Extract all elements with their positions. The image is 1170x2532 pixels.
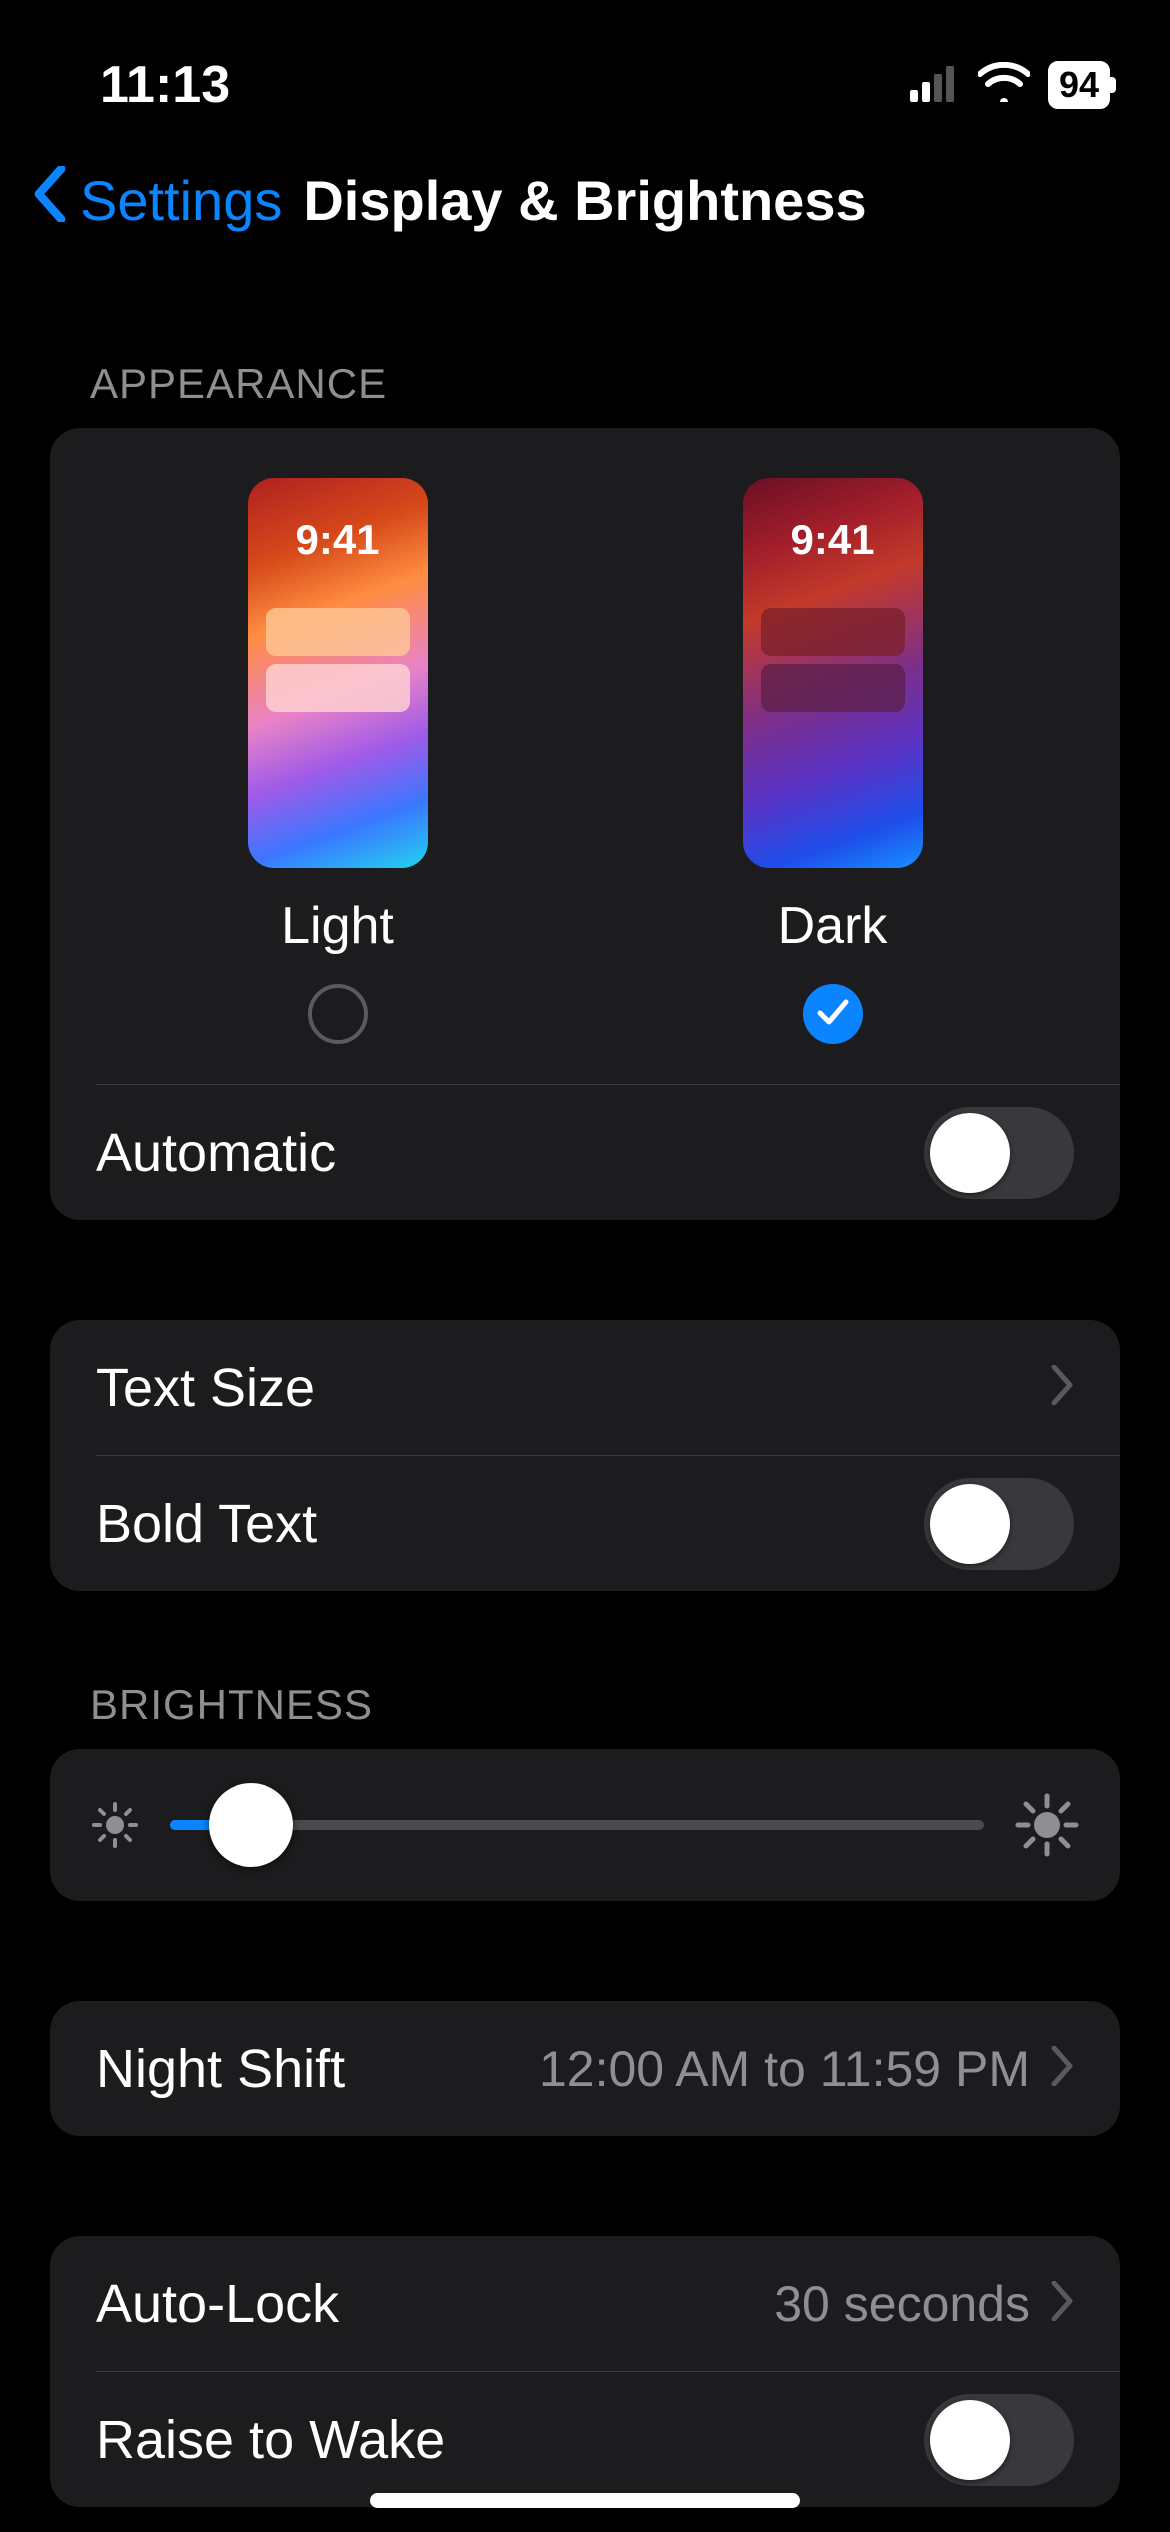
light-label: Light xyxy=(281,896,394,956)
raise-to-wake-toggle[interactable] xyxy=(924,2394,1074,2486)
row-automatic: Automatic xyxy=(50,1085,1120,1220)
cellular-icon xyxy=(910,55,960,115)
auto-lock-detail: 30 seconds xyxy=(774,2275,1030,2333)
home-indicator[interactable] xyxy=(370,2493,800,2508)
light-preview-icon: 9:41 xyxy=(248,478,428,868)
row-raise-to-wake: Raise to Wake xyxy=(50,2372,1120,2507)
dark-label: Dark xyxy=(778,896,888,956)
chevron-right-icon xyxy=(1050,2046,1074,2091)
battery-percent: 94 xyxy=(1059,64,1099,105)
night-shift-detail: 12:00 AM to 11:59 PM xyxy=(539,2040,1030,2098)
bold-text-toggle[interactable] xyxy=(924,1478,1074,1570)
row-auto-lock[interactable]: Auto-Lock 30 seconds xyxy=(50,2236,1120,2371)
text-size-label: Text Size xyxy=(96,1357,315,1419)
appearance-option-dark[interactable]: 9:41 Dark xyxy=(585,478,1080,1044)
lock-card: Auto-Lock 30 seconds Raise to Wake xyxy=(50,2236,1120,2507)
status-indicators: 94 xyxy=(910,55,1110,115)
raise-to-wake-label: Raise to Wake xyxy=(96,2409,445,2471)
battery-indicator: 94 xyxy=(1048,61,1110,109)
status-bar: 11:13 94 xyxy=(0,0,1170,130)
night-shift-card: Night Shift 12:00 AM to 11:59 PM xyxy=(50,2001,1120,2136)
chevron-left-icon xyxy=(30,166,70,235)
chevron-right-icon xyxy=(1050,2281,1074,2326)
appearance-option-light[interactable]: 9:41 Light xyxy=(90,478,585,1044)
sun-large-icon xyxy=(1014,1792,1080,1858)
checkmark-icon xyxy=(816,995,850,1034)
row-bold-text: Bold Text xyxy=(50,1456,1120,1591)
nav-bar: Settings Display & Brightness xyxy=(0,130,1170,270)
appearance-card: 9:41 Light 9:41 Dark xyxy=(50,428,1120,1220)
section-header-brightness: Brightness xyxy=(50,1591,1120,1749)
chevron-right-icon xyxy=(1050,1365,1074,1410)
back-button[interactable]: Settings xyxy=(30,166,282,235)
bold-text-label: Bold Text xyxy=(96,1493,317,1555)
back-label: Settings xyxy=(80,168,282,233)
automatic-toggle[interactable] xyxy=(924,1107,1074,1199)
section-header-appearance: Appearance xyxy=(50,270,1120,428)
text-card: Text Size Bold Text xyxy=(50,1320,1120,1591)
wifi-icon xyxy=(978,55,1030,115)
automatic-label: Automatic xyxy=(96,1122,336,1184)
page-title: Display & Brightness xyxy=(303,168,866,233)
status-time: 11:13 xyxy=(100,55,230,115)
dark-preview-icon: 9:41 xyxy=(743,478,923,868)
night-shift-label: Night Shift xyxy=(96,2038,345,2100)
row-night-shift[interactable]: Night Shift 12:00 AM to 11:59 PM xyxy=(50,2001,1120,2136)
brightness-card xyxy=(50,1749,1120,1901)
sun-small-icon xyxy=(90,1800,140,1850)
radio-light[interactable] xyxy=(308,984,368,1044)
row-text-size[interactable]: Text Size xyxy=(50,1320,1120,1455)
radio-dark[interactable] xyxy=(803,984,863,1044)
brightness-slider[interactable] xyxy=(170,1785,984,1865)
auto-lock-label: Auto-Lock xyxy=(96,2273,339,2335)
